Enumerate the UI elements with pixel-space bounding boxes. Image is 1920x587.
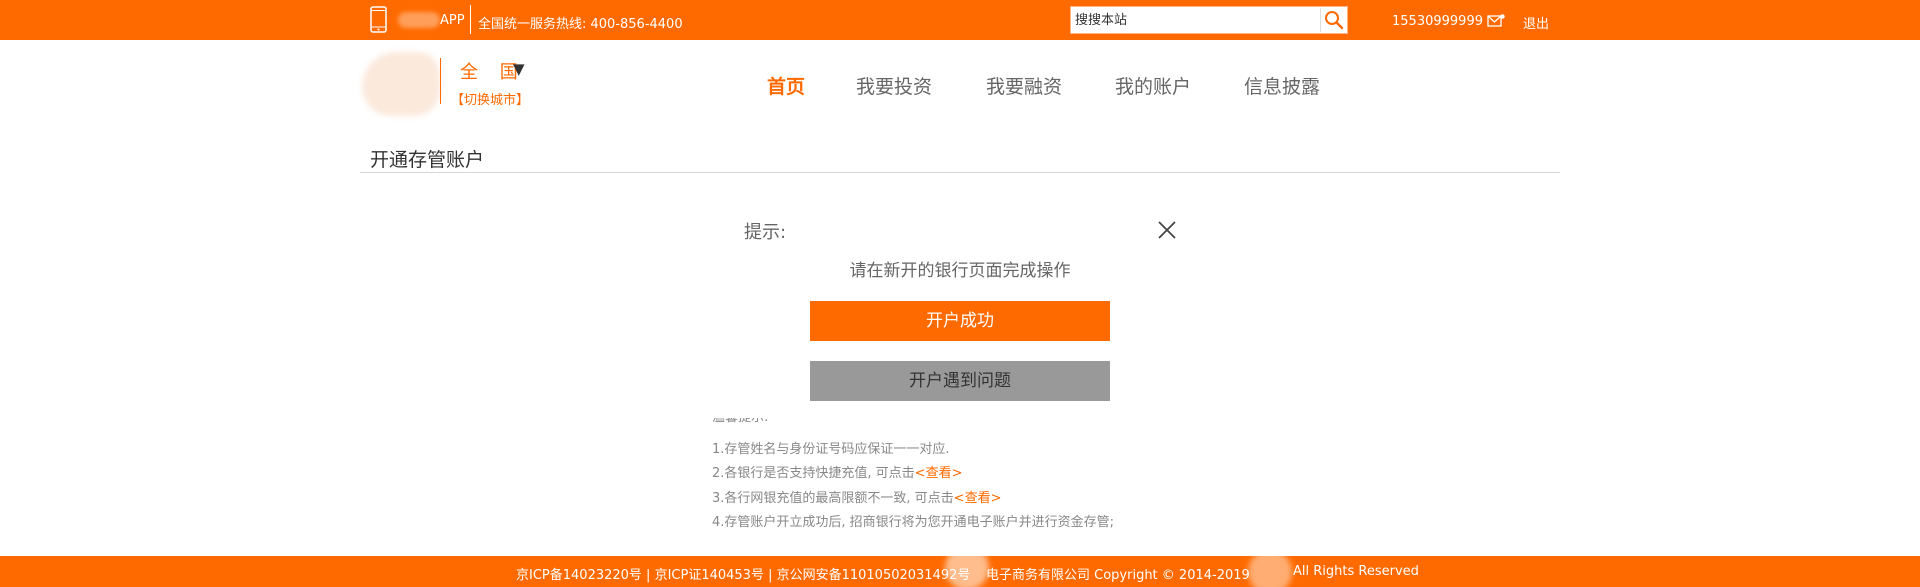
logout-link[interactable]: 退出 bbox=[1523, 13, 1549, 32]
nav-invest[interactable]: 我要投资 bbox=[856, 72, 932, 99]
footer-rights: All Rights Reserved bbox=[1293, 564, 1419, 579]
view-quick-recharge-link[interactable]: <查看> bbox=[915, 466, 963, 481]
tip-line-1: 1.存管姓名与身份证号码应保证一一对应. bbox=[712, 442, 950, 457]
tips-heading: 温馨提示: bbox=[712, 418, 768, 426]
dialog-message: 请在新开的银行页面完成操作 bbox=[849, 261, 1071, 281]
app-download-label[interactable]: APP bbox=[440, 13, 465, 28]
topbar-divider bbox=[470, 5, 471, 34]
tips-panel: 温馨提示: 1.存管姓名与身份证号码应保证一一对应. 2.各银行是否支持快捷充值… bbox=[712, 418, 1172, 536]
account-problem-button[interactable]: 开户遇到问题 bbox=[810, 361, 1110, 401]
search-icon bbox=[1325, 11, 1344, 30]
nav-financing[interactable]: 我要融资 bbox=[986, 72, 1062, 99]
tip-line-3-text: 3.各行网银充值的最高限额不一致, 可点击 bbox=[712, 491, 954, 506]
nav-disclosure[interactable]: 信息披露 bbox=[1244, 72, 1320, 99]
view-limit-link[interactable]: <查看> bbox=[954, 491, 1002, 506]
switch-city-link[interactable]: 【切换城市】 bbox=[451, 89, 529, 108]
tip-line-4: 4.存管账户开立成功后, 招商银行将为您开通电子账户并进行资金存管; bbox=[712, 515, 1115, 530]
footer-company: 电子商务有限公司 Copyright © 2014-2019 bbox=[986, 568, 1250, 583]
nav-home[interactable]: 首页 bbox=[767, 72, 805, 99]
city-dropdown-icon[interactable]: ▼ bbox=[513, 60, 525, 78]
search-input[interactable] bbox=[1075, 11, 1315, 29]
page-title: 开通存管账户 bbox=[370, 149, 485, 171]
mail-icon[interactable] bbox=[1487, 14, 1505, 27]
app-logo-blurred bbox=[398, 12, 440, 28]
user-phone[interactable]: 15530999999 bbox=[1392, 14, 1483, 29]
footer-logo-blurred-1 bbox=[945, 556, 989, 587]
account-opened-button[interactable]: 开户成功 bbox=[810, 301, 1110, 341]
site-logo-blurred[interactable] bbox=[362, 52, 440, 116]
dialog-title: 提示: bbox=[744, 222, 787, 243]
top-bar: APP 全国统一服务热线: 400-856-4400 15530999999 退… bbox=[0, 0, 1920, 40]
phone-icon[interactable] bbox=[370, 6, 387, 33]
tip-line-2: 2.各银行是否支持快捷充值, 可点击<查看> bbox=[712, 466, 962, 482]
footer-logo-blurred-2 bbox=[1248, 556, 1292, 587]
site-search bbox=[1070, 6, 1348, 34]
footer-icp: 京ICP备14023220号 | 京ICP证140453号 | 京公网安备110… bbox=[516, 568, 971, 583]
tip-line-3: 3.各行网银充值的最高限额不一致, 可点击<查看> bbox=[712, 491, 1001, 507]
tip-line-2-text: 2.各银行是否支持快捷充值, 可点击 bbox=[712, 466, 915, 481]
close-icon[interactable] bbox=[1156, 219, 1178, 241]
nav-my-account[interactable]: 我的账户 bbox=[1115, 72, 1191, 99]
header-divider bbox=[440, 58, 441, 104]
title-divider bbox=[360, 172, 1560, 173]
service-hotline: 全国统一服务热线: 400-856-4400 bbox=[478, 17, 683, 32]
footer: 京ICP备14023220号 | 京ICP证140453号 | 京公网安备110… bbox=[0, 556, 1920, 587]
search-button[interactable] bbox=[1320, 8, 1346, 32]
